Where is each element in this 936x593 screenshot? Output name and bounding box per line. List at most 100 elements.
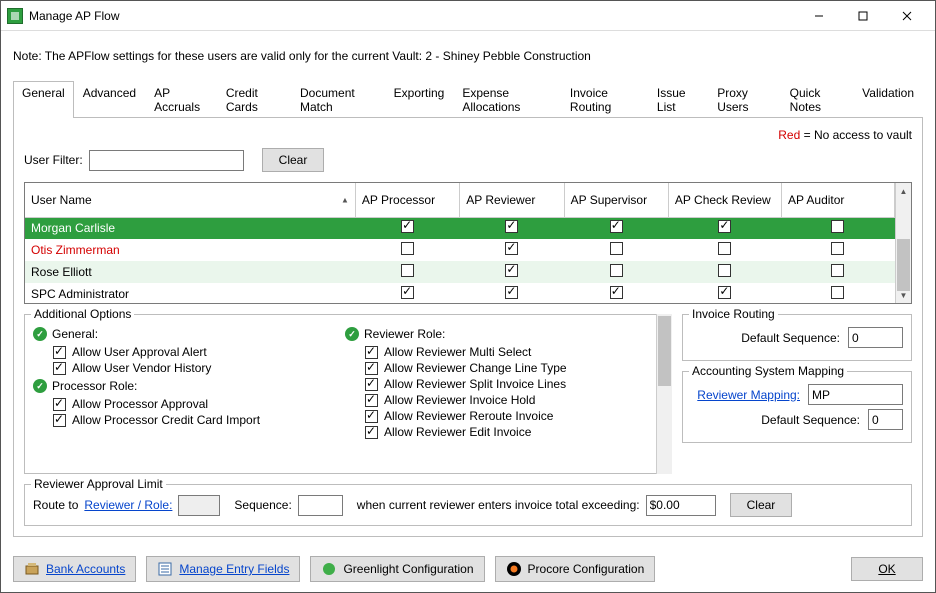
am-default-seq-input[interactable] [868,409,903,430]
manage-entry-fields-button[interactable]: Manage Entry Fields [146,556,300,582]
tab-ap-accruals[interactable]: AP Accruals [145,81,217,118]
scroll-thumb[interactable] [897,239,910,291]
checkbox[interactable] [365,394,378,407]
procore-config-button[interactable]: Procore Configuration [495,556,656,582]
option-row[interactable]: Allow Processor Credit Card Import [53,413,335,427]
checkbox[interactable] [401,220,414,233]
role-checkbox-cell[interactable] [460,283,564,305]
reviewer-mapping-link[interactable]: Reviewer Mapping: [691,388,800,402]
checkbox[interactable] [831,220,844,233]
checkbox[interactable] [610,220,623,233]
col-ap-check-review[interactable]: AP Check Review [668,183,781,217]
user-name-cell[interactable]: Otis Zimmerman [25,239,355,261]
tab-proxy-users[interactable]: Proxy Users [708,81,780,118]
checkbox[interactable] [53,414,66,427]
checkbox[interactable] [365,426,378,439]
checkbox[interactable] [505,220,518,233]
sequence-input[interactable] [298,495,343,516]
col-ap-supervisor[interactable]: AP Supervisor [564,183,668,217]
option-row[interactable]: Allow User Vendor History [53,361,335,375]
role-checkbox-cell[interactable] [564,261,668,283]
minimize-button[interactable] [797,2,841,30]
maximize-button[interactable] [841,2,885,30]
checkbox[interactable] [831,264,844,277]
checkbox[interactable] [718,264,731,277]
checkbox[interactable] [610,242,623,255]
role-checkbox-cell[interactable] [668,283,781,305]
option-row[interactable]: Allow Processor Approval [53,397,335,411]
table-row[interactable]: Rose Elliott [25,261,895,283]
scroll-up-icon[interactable]: ▲ [896,183,911,199]
checkbox[interactable] [365,378,378,391]
role-checkbox-cell[interactable] [355,261,459,283]
checkbox[interactable] [401,286,414,299]
role-checkbox-cell[interactable] [781,261,894,283]
col-user-name[interactable]: User Name▲ [25,183,355,217]
tab-validation[interactable]: Validation [853,81,923,118]
greenlight-config-button[interactable]: Greenlight Configuration [310,556,484,582]
role-checkbox-cell[interactable] [781,239,894,261]
checkbox[interactable] [401,264,414,277]
scroll-down-icon[interactable]: ▼ [896,287,911,303]
role-checkbox-cell[interactable] [355,283,459,305]
checkbox[interactable] [505,286,518,299]
role-checkbox-cell[interactable] [460,239,564,261]
role-checkbox-cell[interactable] [460,261,564,283]
ok-button[interactable]: OK [851,557,923,581]
checkbox[interactable] [718,220,731,233]
role-checkbox-cell[interactable] [668,261,781,283]
checkbox[interactable] [401,242,414,255]
reviewer-role-input[interactable] [178,495,220,516]
role-checkbox-cell[interactable] [564,239,668,261]
checkbox[interactable] [53,398,66,411]
checkbox[interactable] [365,362,378,375]
checkbox[interactable] [610,286,623,299]
option-row[interactable]: Allow Reviewer Edit Invoice [365,425,647,439]
grid-scrollbar[interactable]: ▲ ▼ [895,183,911,303]
user-name-cell[interactable]: SPC Administrator [25,283,355,305]
checkbox[interactable] [831,242,844,255]
tab-general[interactable]: General [13,81,74,118]
col-ap-processor[interactable]: AP Processor [355,183,459,217]
tab-issue-list[interactable]: Issue List [648,81,708,118]
option-row[interactable]: Allow User Approval Alert [53,345,335,359]
ir-default-seq-input[interactable] [848,327,903,348]
role-checkbox-cell[interactable] [564,283,668,305]
tab-document-match[interactable]: Document Match [291,81,385,118]
user-name-cell[interactable]: Rose Elliott [25,261,355,283]
table-row[interactable]: Morgan Carlisle [25,217,895,239]
checkbox[interactable] [365,410,378,423]
role-checkbox-cell[interactable] [564,217,668,239]
tab-credit-cards[interactable]: Credit Cards [217,81,291,118]
clear-filter-button[interactable]: Clear [262,148,325,172]
tab-expense-allocations[interactable]: Expense Allocations [453,81,561,118]
options-scroll-thumb[interactable] [658,316,671,386]
option-row[interactable]: Allow Reviewer Invoice Hold [365,393,647,407]
user-filter-input[interactable] [89,150,244,171]
role-checkbox-cell[interactable] [355,239,459,261]
bank-accounts-button[interactable]: Bank Accounts [13,556,136,582]
reviewer-role-link[interactable]: Reviewer / Role: [84,498,172,512]
option-row[interactable]: Allow Reviewer Multi Select [365,345,647,359]
checkbox[interactable] [831,286,844,299]
amount-input[interactable] [646,495,716,516]
clear-limit-button[interactable]: Clear [730,493,793,517]
tab-advanced[interactable]: Advanced [74,81,145,118]
close-button[interactable] [885,2,929,30]
checkbox[interactable] [610,264,623,277]
table-row[interactable]: SPC Administrator [25,283,895,305]
role-checkbox-cell[interactable] [355,217,459,239]
table-row[interactable]: Otis Zimmerman [25,239,895,261]
role-checkbox-cell[interactable] [781,283,894,305]
user-name-cell[interactable]: Morgan Carlisle [25,217,355,239]
tab-exporting[interactable]: Exporting [385,81,454,118]
tab-invoice-routing[interactable]: Invoice Routing [561,81,648,118]
option-row[interactable]: Allow Reviewer Reroute Invoice [365,409,647,423]
role-checkbox-cell[interactable] [460,217,564,239]
col-ap-reviewer[interactable]: AP Reviewer [460,183,564,217]
option-row[interactable]: Allow Reviewer Split Invoice Lines [365,377,647,391]
tab-quick-notes[interactable]: Quick Notes [781,81,854,118]
option-row[interactable]: Allow Reviewer Change Line Type [365,361,647,375]
col-ap-auditor[interactable]: AP Auditor [781,183,894,217]
checkbox[interactable] [505,264,518,277]
